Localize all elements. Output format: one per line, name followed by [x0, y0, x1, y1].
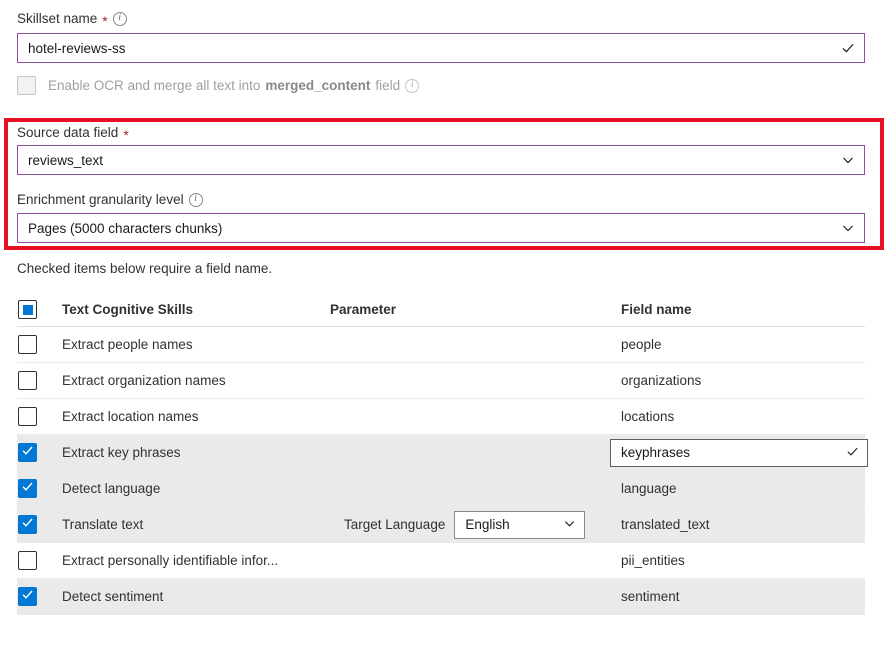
checkmark-icon — [21, 480, 34, 498]
skill-checkbox[interactable] — [18, 443, 37, 462]
enrichment-granularity-value: Pages (5000 characters chunks) — [28, 221, 222, 236]
table-row[interactable]: Extract location names locations — [17, 399, 865, 435]
enable-ocr-row: Enable OCR and merge all text into merge… — [17, 76, 419, 95]
select-all-checkbox[interactable] — [18, 300, 37, 319]
checkmark-icon — [21, 588, 34, 606]
skill-parameter-cell: Target Language English — [330, 511, 600, 539]
row-checkbox-cell — [17, 443, 62, 462]
skill-checkbox[interactable] — [18, 587, 37, 606]
field-name-cell: locations — [600, 409, 865, 424]
table-row[interactable]: Extract organization names organizations — [17, 363, 865, 399]
info-icon: i — [405, 79, 419, 93]
cognitive-skills-table: Text Cognitive Skills Parameter Field na… — [17, 293, 865, 615]
info-icon[interactable]: i — [189, 193, 203, 207]
skill-checkbox[interactable] — [18, 371, 37, 390]
skill-name: Detect language — [62, 481, 330, 496]
field-name-input[interactable]: keyphrases — [610, 439, 868, 467]
field-name-hint: Checked items below require a field name… — [17, 261, 272, 276]
enable-ocr-label: Enable OCR and merge all text into merge… — [48, 77, 419, 95]
skillset-name-label-text: Skillset name — [17, 10, 97, 28]
enrichment-granularity-label-text: Enrichment granularity level — [17, 191, 184, 209]
enrichment-granularity-label: Enrichment granularity level i — [17, 191, 203, 209]
checkmark-icon — [846, 445, 859, 460]
field-name-cell: translated_text — [600, 517, 865, 532]
row-checkbox-cell — [17, 587, 62, 606]
merged-content-field-name: merged_content — [265, 77, 370, 95]
skill-name: Translate text — [62, 517, 330, 532]
field-name-cell: keyphrases — [600, 439, 868, 467]
table-row[interactable]: Extract people names people — [17, 327, 865, 363]
skill-checkbox[interactable] — [18, 479, 37, 498]
field-name-cell: people — [600, 337, 865, 352]
source-data-field-value: reviews_text — [28, 153, 103, 168]
skill-name: Extract organization names — [62, 373, 330, 388]
table-row[interactable]: Detect sentiment sentiment — [17, 579, 865, 615]
table-row[interactable]: Translate text Target Language English tran… — [17, 507, 865, 543]
target-language-value: English — [465, 517, 509, 532]
required-asterisk: * — [102, 15, 107, 27]
skill-checkbox[interactable] — [18, 551, 37, 570]
skill-checkbox[interactable] — [18, 515, 37, 534]
checkmark-icon — [21, 516, 34, 534]
row-checkbox-cell — [17, 515, 62, 534]
enable-ocr-text-after: field — [375, 77, 400, 95]
table-rows: Extract people names people Extract organi… — [17, 327, 865, 615]
skill-name: Extract people names — [62, 337, 330, 352]
checkmark-icon — [21, 444, 34, 462]
chevron-down-icon — [841, 221, 855, 235]
parameter-label: Target Language — [344, 517, 445, 532]
column-header-skill: Text Cognitive Skills — [62, 302, 330, 317]
skill-name: Extract location names — [62, 409, 330, 424]
row-checkbox-cell — [17, 407, 62, 426]
skill-checkbox[interactable] — [18, 407, 37, 426]
column-header-parameter: Parameter — [330, 302, 600, 317]
table-row[interactable]: Extract personally identifiable infor...… — [17, 543, 865, 579]
row-checkbox-cell — [17, 335, 62, 354]
column-header-field-name: Field name — [600, 302, 865, 317]
table-row[interactable]: Extract key phrases keyphrases — [17, 435, 865, 471]
column-header-parameter-text: Parameter — [330, 302, 396, 317]
source-data-field-dropdown[interactable]: reviews_text — [17, 145, 865, 175]
field-name-cell: sentiment — [600, 589, 865, 604]
required-asterisk: * — [123, 129, 128, 141]
checkmark-icon — [841, 41, 855, 55]
skill-name: Extract personally identifiable infor... — [62, 553, 330, 568]
enrichment-granularity-dropdown[interactable]: Pages (5000 characters chunks) — [17, 213, 865, 243]
row-checkbox-cell — [17, 479, 62, 498]
table-row[interactable]: Detect language language — [17, 471, 865, 507]
enable-ocr-text-before: Enable OCR and merge all text into — [48, 77, 260, 95]
source-data-field-label: Source data field * — [17, 124, 129, 142]
source-data-field-label-text: Source data field — [17, 124, 118, 142]
skill-name: Extract key phrases — [62, 445, 330, 460]
table-header-row: Text Cognitive Skills Parameter Field na… — [17, 293, 865, 327]
skillset-name-label: Skillset name * i — [17, 10, 127, 28]
field-name-value: keyphrases — [621, 445, 690, 460]
enable-ocr-checkbox — [17, 76, 36, 95]
chevron-down-icon — [563, 517, 576, 532]
skillset-name-value: hotel-reviews-ss — [28, 41, 126, 56]
select-all-cell — [17, 300, 62, 319]
field-name-cell: pii_entities — [600, 553, 865, 568]
row-checkbox-cell — [17, 371, 62, 390]
skillset-config-page: Skillset name * i hotel-reviews-ss Enabl… — [0, 0, 888, 648]
skill-checkbox[interactable] — [18, 335, 37, 354]
chevron-down-icon — [841, 153, 855, 167]
target-language-dropdown[interactable]: English — [454, 511, 585, 539]
info-icon[interactable]: i — [113, 12, 127, 26]
field-name-cell: organizations — [600, 373, 865, 388]
skillset-name-input[interactable]: hotel-reviews-ss — [17, 33, 865, 63]
field-name-cell: language — [600, 481, 865, 496]
skill-name: Detect sentiment — [62, 589, 330, 604]
row-checkbox-cell — [17, 551, 62, 570]
